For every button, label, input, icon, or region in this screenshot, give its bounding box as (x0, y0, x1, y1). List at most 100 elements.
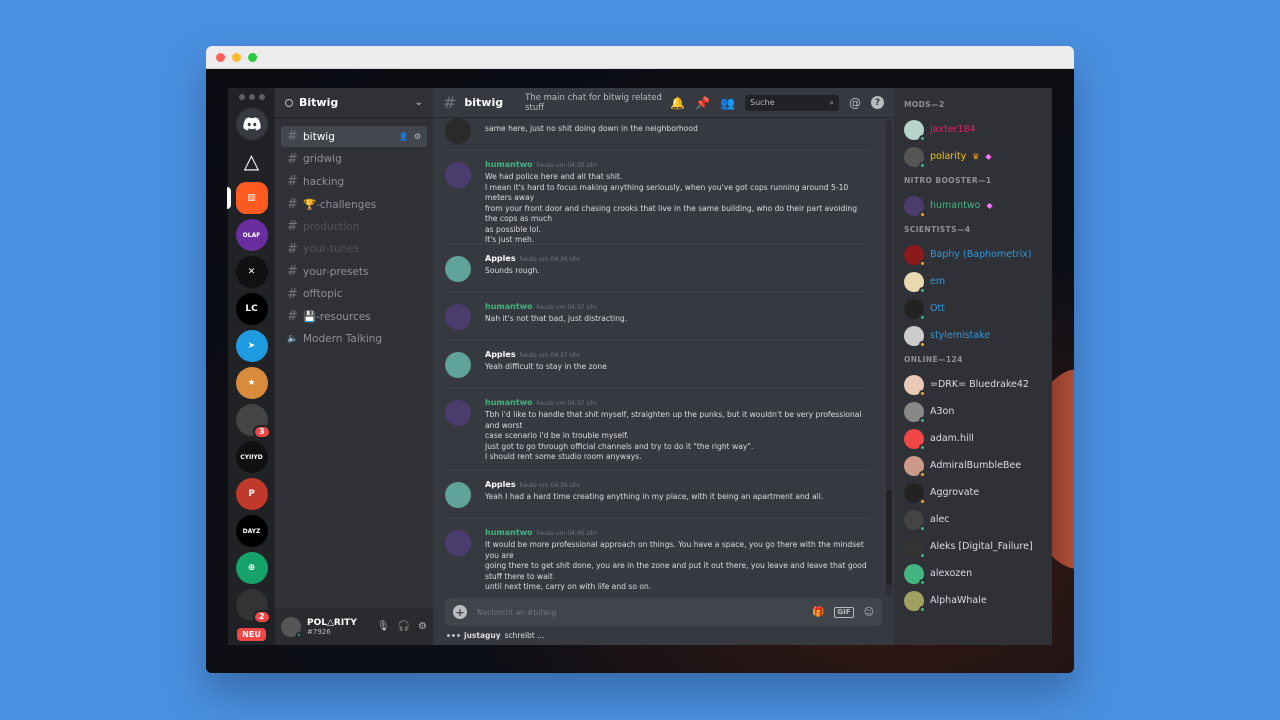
channel-item-production[interactable]: # production (281, 216, 427, 237)
server-icon-green[interactable]: ⊕ (235, 552, 268, 584)
avatar[interactable] (281, 616, 302, 638)
avatar[interactable] (445, 400, 471, 426)
channel-item-bitwig[interactable]: # bitwig 👤 ⚙ (281, 126, 427, 147)
member-item[interactable]: AlphaWhale (894, 587, 1052, 614)
channel-item-modern-talking[interactable]: 🔈 Modern Talking (281, 329, 427, 350)
message-input[interactable]: Nachricht an #bitwig (477, 608, 802, 617)
avatar[interactable] (445, 352, 471, 378)
microphone-icon[interactable]: 🎙 (377, 621, 390, 632)
message-text: We had police here and all that shit. (485, 172, 623, 181)
channel-topic: The main chat for bitwig related stuff (525, 92, 662, 113)
minimize-window-button[interactable] (232, 52, 241, 62)
channel-item-hacking[interactable]: # hacking (281, 171, 427, 192)
upload-icon[interactable]: + (453, 605, 467, 619)
server-icon-discord-home[interactable] (235, 108, 268, 140)
emoji-icon[interactable]: ☺ (864, 607, 874, 618)
guild-name: Bitwig (299, 96, 339, 109)
server-icon-star[interactable]: ★ (235, 367, 268, 399)
invite-icon[interactable]: 👤 (399, 132, 409, 141)
message-group: humantwo heute um 04:30 Uhr We had police … (445, 160, 870, 246)
message-group: Apples heute um 04:37 Uhr Yeah difficult t… (445, 350, 870, 378)
search-input[interactable]: Suche ⌕ (745, 94, 839, 111)
maximize-window-button[interactable] (248, 52, 257, 62)
server-icon-bitwig[interactable]: ▥ (226, 182, 268, 214)
server-icon-dayz[interactable]: DAYZ (235, 515, 268, 547)
message-composer[interactable]: + Nachricht an #bitwig 🎁 GIF ☺ (445, 598, 882, 626)
server-icon-bird[interactable]: ➤ (235, 330, 268, 362)
member-item[interactable]: =DRK= Bluedrake42 (894, 371, 1052, 398)
server-label: ⊕ (247, 563, 256, 573)
message-author[interactable]: humantwo (485, 160, 533, 169)
channel-name: 💾-resources (303, 311, 371, 323)
guild-header[interactable]: Bitwig ⌄ (275, 88, 433, 118)
gear-icon[interactable]: ⚙ (414, 132, 421, 141)
server-icon-triangle[interactable]: △ (235, 145, 268, 177)
server-icon-cyiiyd[interactable]: CYIIYD (235, 441, 268, 473)
channel-item-gridwig[interactable]: # gridwig (281, 149, 427, 170)
member-item[interactable]: humantwo ◆ (894, 192, 1052, 219)
server-icon-moon[interactable]: 3 (235, 404, 271, 439)
chevron-down-icon[interactable]: ⌄ (415, 97, 423, 108)
avatar (904, 428, 926, 451)
member-item[interactable]: Baphy (Baphometrix) (894, 241, 1052, 268)
channel-item-your-tunes[interactable]: # your-tunes (281, 239, 427, 260)
member-item[interactable]: A3on (894, 398, 1052, 425)
member-item[interactable]: Aggrovate (894, 479, 1052, 506)
message-author[interactable]: humantwo (485, 528, 533, 537)
avatar[interactable] (445, 482, 471, 508)
gif-button[interactable]: GIF (834, 606, 854, 618)
server-label: ✕ (247, 267, 256, 277)
gift-icon[interactable]: 🎁 (812, 607, 824, 618)
member-item[interactable]: stylemistake (894, 322, 1052, 349)
boost-icon (285, 98, 293, 107)
channel-name: Modern Talking (303, 333, 383, 345)
message-author[interactable]: humantwo (485, 302, 533, 311)
message-text: I should rent some studio room anyways. (485, 452, 642, 461)
member-item[interactable]: adam.hill (894, 425, 1052, 452)
member-name: alec (930, 514, 950, 525)
server-icon-lc[interactable]: LC (235, 293, 268, 325)
avatar[interactable] (445, 530, 471, 556)
pin-icon[interactable]: 📌 (695, 96, 710, 110)
server-icon-cross[interactable]: ✕ (235, 256, 268, 288)
headphones-icon[interactable]: 🎧 (398, 621, 410, 632)
avatar[interactable] (445, 162, 471, 188)
help-icon[interactable]: ? (871, 96, 884, 109)
member-item[interactable]: AdmiralBumbleBee (894, 452, 1052, 479)
message-text: Nah it's not that bad, just distracting. (485, 314, 628, 323)
avatar[interactable] (445, 118, 471, 144)
avatar[interactable] (445, 256, 471, 282)
browser-window: △ ▥ OLAF ✕ LC ➤ ★ 3 CYIIYD P DAYZ ⊕ 2 NEU Bitwig ⌄ #… (206, 46, 1074, 673)
avatar (904, 401, 926, 424)
avatar (904, 195, 926, 218)
member-item[interactable]: jaxter184 (894, 116, 1052, 143)
bell-icon[interactable]: 🔔 (670, 96, 685, 110)
mention-icon[interactable]: @ (849, 96, 861, 110)
channel-item-challenges[interactable]: # 🏆-challenges (281, 194, 427, 215)
message-author[interactable]: Apples (485, 480, 516, 489)
member-item[interactable]: Aleks [Digital_Failure] (894, 533, 1052, 560)
members-icon[interactable]: 👥 (720, 96, 735, 110)
member-item[interactable]: alec (894, 506, 1052, 533)
channel-item-your-presets[interactable]: # your-presets (281, 261, 427, 282)
server-icon-red-robot[interactable]: 2 (235, 589, 271, 624)
message-author[interactable]: Apples (485, 254, 516, 263)
chat-scrollbar[interactable] (886, 120, 892, 596)
channel-item-resources[interactable]: # 💾-resources (281, 306, 427, 327)
channel-item-offtopic[interactable]: # offtopic (281, 284, 427, 305)
gear-icon[interactable]: ⚙ (418, 621, 427, 632)
member-item[interactable]: Ott (894, 295, 1052, 322)
member-item[interactable]: alexozen (894, 560, 1052, 587)
member-list: MODS—2 jaxter184 polarity ♛ ◆ NITRO BOOSTER—1… (894, 88, 1052, 645)
avatar[interactable] (445, 304, 471, 330)
member-item[interactable]: polarity ♛ ◆ (894, 143, 1052, 170)
member-item[interactable]: em (894, 268, 1052, 295)
status-dot (919, 134, 926, 142)
server-icon-hero[interactable]: P (235, 478, 268, 510)
close-window-button[interactable] (216, 52, 225, 62)
avatar (904, 119, 926, 142)
message-author[interactable]: Apples (485, 350, 516, 359)
message-author[interactable]: humantwo (485, 398, 533, 407)
server-icon-olaf[interactable]: OLAF (235, 219, 268, 251)
message-divider (445, 150, 870, 151)
